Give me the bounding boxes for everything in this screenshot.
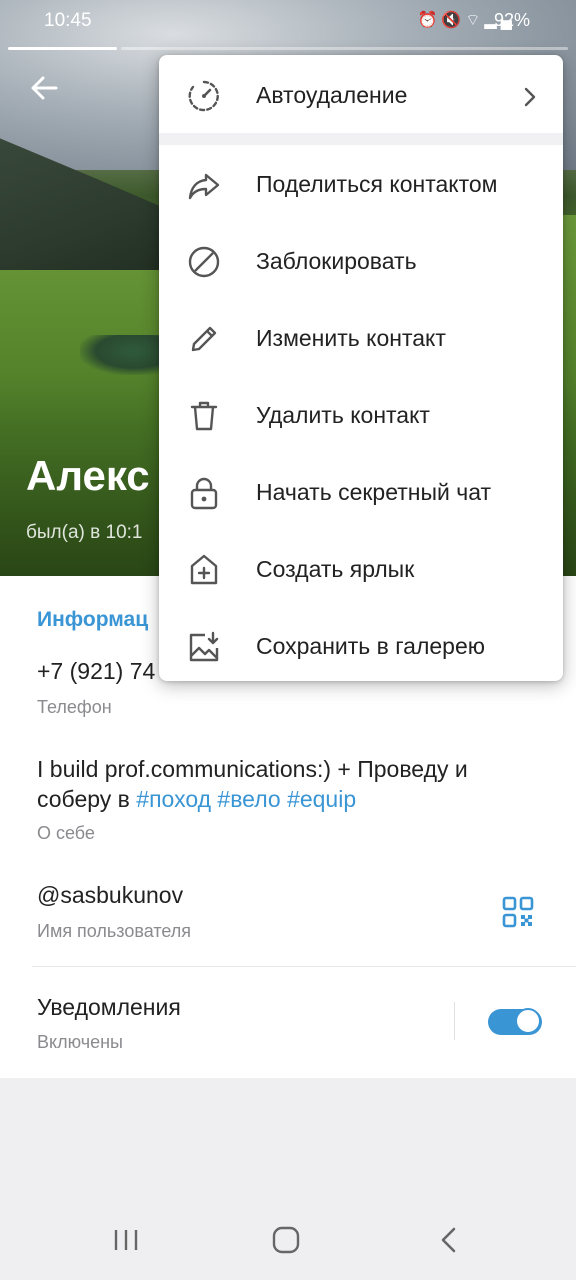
phone-label: Телефон xyxy=(37,697,112,717)
bio-text[interactable]: I build prof.communications:) + Проведу … xyxy=(37,754,547,814)
block-icon xyxy=(187,245,221,279)
info-section-title: Информац xyxy=(37,608,149,631)
bio-label: О себе xyxy=(37,823,95,843)
home-button[interactable] xyxy=(272,1226,300,1254)
menu-separator xyxy=(159,133,563,145)
menu-item-share-contact[interactable]: Поделиться контактом xyxy=(159,149,563,219)
hashtag-link[interactable]: #equip xyxy=(287,786,356,812)
menu-item-delete-contact[interactable]: Удалить контакт xyxy=(159,380,563,450)
battery-level: 92% xyxy=(493,10,530,30)
nav-back-button[interactable] xyxy=(438,1226,460,1254)
save-gallery-icon xyxy=(187,630,221,664)
nav-back-icon xyxy=(441,1227,456,1253)
toggle-knob xyxy=(515,1008,541,1034)
divider xyxy=(32,966,576,967)
menu-item-auto-delete[interactable]: Автоудаление xyxy=(159,60,563,130)
system-nav-bar xyxy=(0,1200,576,1280)
story-progress-rest xyxy=(121,47,568,50)
timer-icon xyxy=(187,79,221,113)
status-time: 10:45 xyxy=(44,10,92,31)
menu-item-label: Начать секретный чат xyxy=(256,479,492,505)
menu-item-secret-chat[interactable]: Начать секретный чат xyxy=(159,457,563,527)
menu-item-label: Заблокировать xyxy=(256,248,417,274)
photo-person xyxy=(80,335,170,375)
pencil-icon xyxy=(187,322,221,356)
menu-item-label: Поделиться контактом xyxy=(256,171,498,197)
menu-item-label: Автоудаление xyxy=(256,82,408,108)
arrow-left-icon xyxy=(31,76,58,100)
profile-last-seen: был(а) в 10:1 xyxy=(26,522,143,543)
back-button[interactable] xyxy=(26,70,62,106)
menu-item-block[interactable]: Заблокировать xyxy=(159,226,563,296)
menu-item-label: Создать ярлык xyxy=(256,556,415,582)
hashtag-link[interactable]: #вело xyxy=(217,786,280,812)
add-shortcut-icon xyxy=(187,553,221,587)
wifi-icon: ⌔ xyxy=(465,12,485,29)
status-bar: 10:45 ⏰🔇⌔▂▄ 92% xyxy=(0,0,576,44)
qr-code-button[interactable] xyxy=(500,894,536,930)
username-label: Имя пользователя xyxy=(37,921,192,941)
lock-icon xyxy=(187,476,221,510)
mute-icon: 🔇 xyxy=(441,12,466,29)
chevron-right-icon xyxy=(521,86,539,108)
qr-code-icon xyxy=(502,896,534,928)
home-icon xyxy=(272,1226,300,1254)
menu-item-label: Удалить контакт xyxy=(256,402,430,428)
notifications-toggle[interactable] xyxy=(488,1008,542,1035)
recent-apps-button[interactable] xyxy=(112,1228,140,1252)
recent-apps-icon xyxy=(114,1230,138,1250)
username-value[interactable]: @sasbukunov xyxy=(37,882,183,909)
menu-item-edit-contact[interactable]: Изменить контакт xyxy=(159,303,563,373)
vertical-divider xyxy=(454,1002,455,1040)
story-progress xyxy=(8,47,568,51)
notifications-title[interactable]: Уведомления xyxy=(37,994,181,1021)
contact-options-menu: Автоудаление Поделиться контактом Заблок… xyxy=(159,55,563,681)
notifications-status: Включены xyxy=(37,1032,123,1052)
share-icon xyxy=(187,168,221,202)
profile-name: Алекс xyxy=(26,452,150,499)
phone-value[interactable]: +7 (921) 74 xyxy=(37,658,155,685)
hashtag-link[interactable]: #поход xyxy=(136,786,211,812)
menu-item-label: Сохранить в галерею xyxy=(256,633,486,659)
menu-item-save-to-gallery[interactable]: Сохранить в галерею xyxy=(159,611,563,681)
alarm-icon: ⏰ xyxy=(417,12,442,29)
menu-item-create-shortcut[interactable]: Создать ярлык xyxy=(159,534,563,604)
trash-icon xyxy=(187,399,221,433)
menu-item-label: Изменить контакт xyxy=(256,325,446,351)
story-progress-active xyxy=(8,47,117,50)
